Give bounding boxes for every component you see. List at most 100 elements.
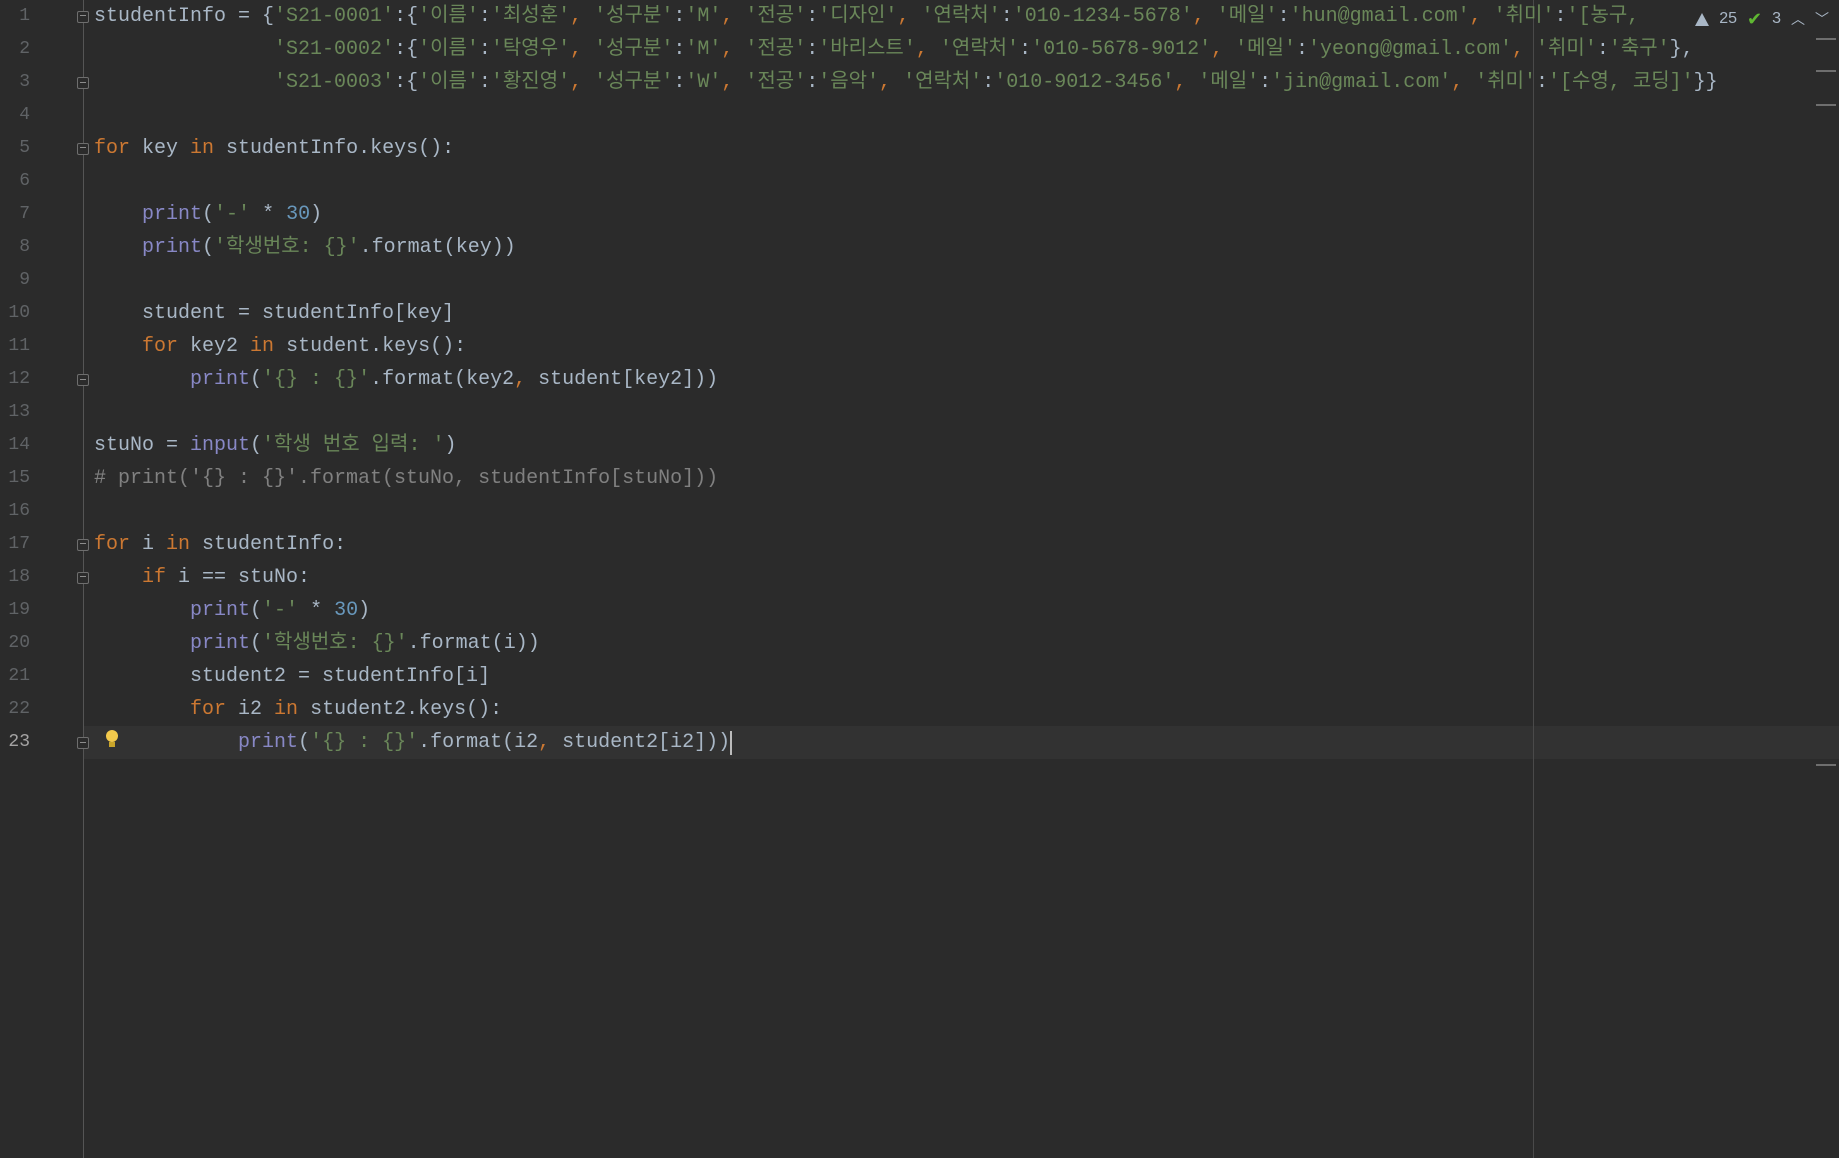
code-token: print (190, 632, 251, 655)
warning-count: 25 (1719, 10, 1737, 27)
code-line[interactable]: if i == stuNo: (94, 561, 310, 594)
code-token: '학생번호: {}' (214, 236, 360, 259)
previous-highlight-icon[interactable]: ︿ (1791, 9, 1805, 29)
code-token: '축구' (1608, 38, 1670, 61)
code-token: '010-1234-5678' (1012, 5, 1193, 28)
code-token: , (915, 38, 940, 61)
code-token: '학생번호: {}' (262, 632, 408, 655)
line-number: 10 (8, 303, 30, 323)
code-line[interactable]: print('학생번호: {}'.format(key)) (94, 231, 516, 264)
line-number: 23 (8, 732, 30, 752)
code-token: 'S21-0003' (274, 71, 395, 94)
code-token: : (1536, 71, 1549, 94)
fold-marker-icon[interactable] (77, 374, 89, 386)
code-line[interactable]: for i in studentInfo: (94, 528, 346, 561)
code-editor[interactable]: 1 2 3 4 5 6 7 8 9 10 11 12 13 14 15 16 17 18 19 20 21 22 23 st… (0, 0, 1839, 1158)
code-token: 'S21-0001' (274, 5, 395, 28)
error-stripe-marker[interactable] (1816, 70, 1836, 72)
code-token: '취미' (1493, 5, 1555, 28)
code-line[interactable]: studentInfo = {'S21-0001':{'이름':'최성훈', '… (94, 0, 1651, 33)
code-token: , (570, 71, 595, 94)
code-line[interactable]: stuNo = input('학생 번호 입력: ') (94, 429, 456, 462)
code-token: if (142, 566, 167, 589)
code-token: print (142, 236, 203, 259)
code-token: print (190, 599, 251, 622)
code-token: input (190, 434, 251, 457)
code-line[interactable]: # print('{} : {}'.format(stuNo, studentI… (94, 462, 718, 495)
code-token: '-' (262, 599, 299, 622)
error-stripe-marker[interactable] (1816, 104, 1836, 106)
code-token: '취미' (1536, 38, 1597, 61)
check-icon: ✔ (1747, 8, 1763, 29)
code-line[interactable]: print('{} : {}'.format(i2, student2[i2])… (94, 726, 730, 759)
code-token: '성구분' (594, 71, 674, 94)
error-stripe-marker[interactable] (1816, 38, 1836, 40)
code-token: i == stuNo: (166, 566, 311, 589)
code-token: '{} : {}' (262, 368, 371, 391)
code-line[interactable]: 'S21-0002':{'이름':'탁영우', '성구분':'M', '전공':… (94, 33, 1694, 66)
code-token: '연락처' (903, 71, 983, 94)
code-token: : (806, 71, 819, 94)
inspection-widget[interactable]: 25 ✔ 3 ︿ ﹀ (1689, 8, 1829, 30)
text-caret (730, 731, 732, 755)
code-token: '메일' (1198, 71, 1260, 94)
fold-marker-icon[interactable] (77, 77, 89, 89)
code-line[interactable]: for key in studentInfo.keys(): (94, 132, 454, 165)
code-token: i (130, 533, 167, 556)
code-token: , (1451, 71, 1476, 94)
code-token: student2 = studentInfo[i] (94, 665, 491, 688)
code-token: 'M' (685, 5, 722, 28)
line-number: 5 (19, 138, 30, 158)
code-token: : (1596, 38, 1609, 61)
code-token: : (1295, 38, 1308, 61)
code-token: : (478, 38, 491, 61)
lightbulb-icon[interactable] (105, 730, 119, 748)
code-token: '이름' (418, 71, 479, 94)
code-token: '010-9012-3456' (994, 71, 1175, 94)
code-token: : (673, 71, 686, 94)
code-token: in (166, 533, 191, 556)
fold-marker-icon[interactable] (77, 737, 89, 749)
code-line[interactable]: student2 = studentInfo[i] (94, 660, 490, 693)
code-line[interactable]: for i2 in student2.keys(): (94, 693, 502, 726)
code-line[interactable]: for key2 in student.keys(): (94, 330, 466, 363)
code-token: in (190, 137, 215, 160)
error-stripe-marker[interactable] (1816, 764, 1836, 766)
code-token: '010-5678-9012' (1031, 38, 1212, 61)
code-line[interactable]: print('-' * 30) (94, 594, 370, 627)
fold-marker-icon[interactable] (77, 11, 89, 23)
code-token: ( (250, 599, 263, 622)
code-token: '성구분' (594, 38, 674, 61)
code-token: 'jin@gmail.com' (1271, 71, 1452, 94)
code-token: key2 (178, 335, 251, 358)
line-number: 19 (8, 600, 30, 620)
code-line[interactable]: print('-' * 30) (94, 198, 322, 231)
code-token: student[key2])) (538, 368, 719, 391)
line-number: 14 (8, 435, 30, 455)
fold-marker-icon[interactable] (77, 572, 89, 584)
code-token: key (130, 137, 191, 160)
code-token: 30 (334, 599, 359, 622)
fold-marker-icon[interactable] (77, 539, 89, 551)
code-token: student2.keys(): (298, 698, 503, 721)
code-token: * (298, 599, 335, 622)
code-token: for (142, 335, 179, 358)
code-token: , (897, 5, 922, 28)
code-token: .format(i)) (407, 632, 540, 655)
code-token: '바리스트' (818, 38, 916, 61)
code-token: :{ (394, 38, 419, 61)
code-line[interactable]: 'S21-0003':{'이름':'황진영', '성구분':'W', '전공':… (94, 66, 1718, 99)
code-token: i2 (226, 698, 275, 721)
fold-marker-icon[interactable] (77, 143, 89, 155)
code-line[interactable]: print('학생번호: {}'.format(i)) (94, 627, 540, 660)
next-highlight-icon[interactable]: ﹀ (1815, 9, 1829, 29)
code-line[interactable]: student = studentInfo[key] (94, 297, 454, 330)
code-token: , (721, 5, 746, 28)
line-number: 7 (19, 204, 30, 224)
code-line[interactable]: print('{} : {}'.format(key2, student[key… (94, 363, 718, 396)
code-token: .format(key)) (359, 236, 516, 259)
